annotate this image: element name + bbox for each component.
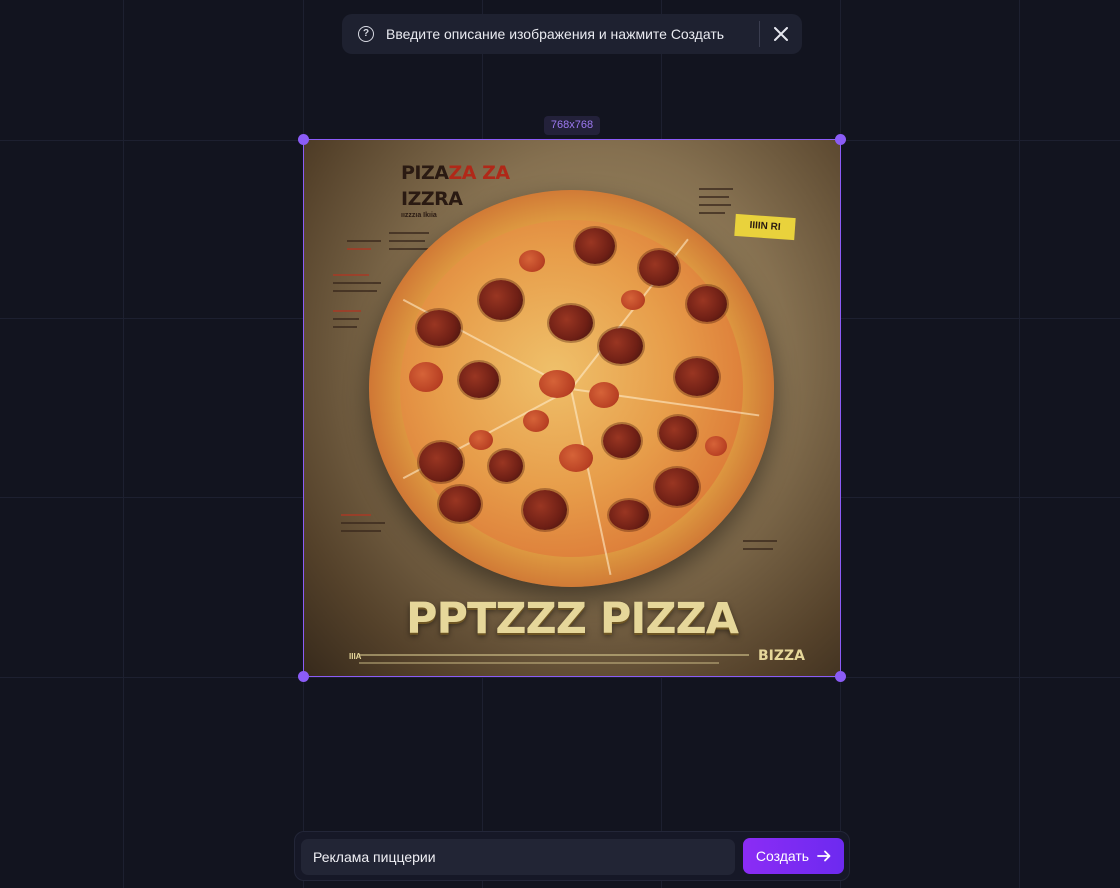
image-big-title: PPTZZZ PIZZA [405, 594, 739, 644]
prompt-bar: Создать [294, 831, 850, 881]
image-dimensions-label: 768x768 [544, 116, 600, 135]
resize-handle-bottom-right[interactable] [835, 671, 846, 682]
question-circle-icon[interactable]: ? [358, 26, 374, 42]
close-button[interactable] [760, 14, 802, 54]
close-icon [774, 27, 788, 41]
image-headline-2: IZZRA [401, 188, 463, 210]
pizza-illustration [369, 190, 774, 587]
prompt-input[interactable] [301, 839, 735, 875]
hint-banner: ? Введите описание изображения и нажмите… [342, 14, 802, 54]
image-brand-left: IIIA [349, 652, 362, 661]
generated-image[interactable]: PIZAZA ZA IZZRA ıızzzıa Ikıia IIIIN RI P… [303, 140, 841, 677]
image-headline-1: PIZAZA ZA [401, 162, 510, 184]
image-headline-3: ıızzzıa Ikıia [401, 212, 437, 219]
create-button-label: Создать [755, 848, 810, 864]
image-brand-text: BIZZA [758, 648, 806, 664]
resize-handle-top-right[interactable] [835, 134, 846, 145]
create-button[interactable]: Создать [743, 838, 844, 874]
hint-text: Введите описание изображения и нажмите С… [386, 26, 725, 42]
resize-handle-top-left[interactable] [298, 134, 309, 145]
arrow-right-icon [817, 850, 831, 862]
image-tag: IIIIN RI [734, 213, 796, 241]
resize-handle-bottom-left[interactable] [298, 671, 309, 682]
